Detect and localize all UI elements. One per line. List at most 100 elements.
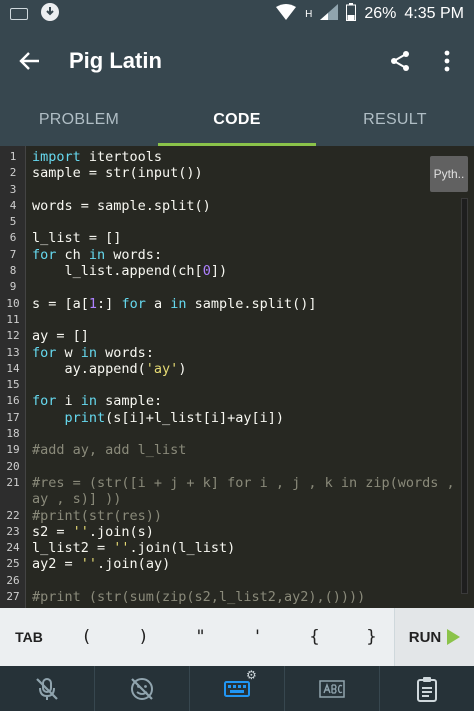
keyboard-toolbar: ⚙	[0, 666, 474, 711]
line-text: ay , s)] ))	[26, 491, 121, 507]
tab-problem[interactable]: PROBLEM	[0, 94, 158, 146]
line-number	[0, 491, 26, 507]
status-right: H 26% 4:35 PM	[275, 2, 464, 26]
line-number: 6	[9, 231, 17, 245]
line-text	[26, 377, 32, 393]
code-token: (s[i]+l_list[i]+ay[i])	[105, 409, 284, 426]
share-button[interactable]	[382, 43, 418, 79]
code-line[interactable]: 14 ay.append('ay')	[0, 361, 455, 377]
code-token: ay2 =	[32, 556, 81, 573]
line-number: 3	[9, 182, 17, 196]
code-token: s2 =	[32, 523, 73, 540]
code-line[interactable]: 27 #print (str(sum(zip(s2,l_list2,ay2),()…	[0, 589, 455, 605]
keyboard-button[interactable]: ⚙	[190, 666, 285, 711]
line-text	[26, 279, 32, 295]
line-number: 19	[6, 443, 20, 457]
line-number: 5	[9, 215, 17, 229]
line-text: l_list = []	[26, 230, 121, 246]
code-line[interactable]: 6 l_list = []	[0, 230, 455, 246]
code-line[interactable]: 10 s = [a[1:] for a in sample.split()]	[0, 296, 455, 312]
tab-code[interactable]: CODE	[158, 94, 316, 146]
mic-off-button[interactable]	[0, 666, 95, 711]
line-text: #print(str(res))	[26, 508, 162, 524]
code-line[interactable]: 11	[0, 312, 455, 328]
more-options-button[interactable]	[432, 43, 462, 79]
code-line[interactable]: 22 #print(str(res))	[0, 508, 455, 524]
code-token: ay , s)] ))	[32, 491, 122, 508]
line-text: sample = str(input())	[26, 165, 203, 181]
code-line[interactable]: 23 s2 = ''.join(s)	[0, 524, 455, 540]
line-text: import itertools	[26, 149, 162, 165]
symbol-key-open-brace[interactable]: {	[286, 608, 343, 666]
back-button[interactable]	[0, 28, 60, 94]
run-label: RUN	[408, 628, 442, 646]
line-text: ay.append('ay')	[26, 360, 187, 377]
code-line[interactable]: 26	[0, 573, 455, 589]
emoji-off-button[interactable]	[95, 666, 190, 711]
line-number: 21	[6, 475, 20, 489]
code-line[interactable]: 18	[0, 426, 455, 442]
tab-key[interactable]: TAB	[0, 608, 58, 666]
code-line[interactable]: 25 ay2 = ''.join(ay)	[0, 556, 455, 572]
line-number: 7	[9, 247, 17, 261]
run-button[interactable]: RUN	[394, 608, 474, 666]
code-line[interactable]: 9	[0, 279, 455, 295]
code-token: w	[56, 344, 81, 361]
play-icon	[447, 629, 461, 645]
code-line[interactable]: 24 l_list2 = ''.join(l_list)	[0, 540, 455, 556]
code-line[interactable]: 12 ay = []	[0, 328, 455, 344]
line-number: 16	[6, 394, 20, 408]
line-text: l_list2 = ''.join(l_list)	[26, 540, 235, 556]
code-line[interactable]: 1 import itertools	[0, 149, 455, 165]
tab-bar: PROBLEM CODE RESULT	[0, 94, 474, 146]
code-token: words = sample.split()	[32, 197, 211, 214]
editor-scrollbar[interactable]	[461, 198, 468, 594]
line-text: for w in words:	[26, 345, 154, 361]
code-token: a	[145, 295, 171, 312]
clipboard-button[interactable]	[380, 666, 474, 711]
line-text	[26, 182, 32, 198]
line-number: 27	[6, 590, 20, 604]
gear-icon[interactable]: ⚙	[246, 668, 257, 682]
symbol-key-close-paren[interactable]: )	[115, 608, 172, 666]
symbol-bar: TAB ( ) " ' { } RUN	[0, 608, 474, 666]
symbol-key-close-brace[interactable]: }	[343, 608, 400, 666]
language-button[interactable]: Pyth..	[430, 156, 468, 192]
symbol-key-single-quote[interactable]: '	[229, 608, 286, 666]
line-number: 2	[9, 166, 17, 180]
code-line[interactable]: 5	[0, 214, 455, 230]
code-token: #print (str(sum(zip(s2,l_list2,ay2),()))…	[32, 589, 366, 606]
code-line[interactable]: ay , s)] ))	[0, 491, 455, 507]
code-lines[interactable]: 1 import itertools 2 sample = str(input()) 3…	[0, 149, 455, 605]
code-editor[interactable]: 1 import itertools 2 sample = str(input()) 3…	[0, 146, 474, 608]
tab-result[interactable]: RESULT	[316, 94, 474, 146]
line-number: 10	[6, 296, 20, 310]
code-line[interactable]: 15	[0, 377, 455, 393]
code-token: for	[121, 295, 146, 312]
line-text: #print (str(sum(zip(s2,l_list2,ay2),()))…	[26, 589, 365, 605]
line-number: 13	[6, 345, 20, 359]
symbol-key-double-quote[interactable]: "	[172, 608, 229, 666]
line-number: 18	[6, 427, 20, 441]
line-text: l_list.append(ch[0])	[26, 263, 228, 279]
code-token: i	[56, 393, 81, 410]
code-token: in	[80, 393, 98, 410]
clipboard-icon	[417, 676, 437, 702]
code-line[interactable]: 8 l_list.append(ch[0])	[0, 263, 455, 279]
code-token: #add ay, add l_list	[32, 442, 187, 459]
keyboard-icon	[224, 680, 250, 697]
code-line[interactable]: 16 for i in sample:	[0, 393, 455, 409]
code-line[interactable]: 2 sample = str(input())	[0, 165, 455, 181]
line-number: 4	[9, 198, 17, 212]
code-line[interactable]: 7 for ch in words:	[0, 247, 455, 263]
code-line[interactable]: 17 print(s[i]+l_list[i]+ay[i])	[0, 410, 455, 426]
code-token: ay.append(	[32, 360, 146, 377]
code-line[interactable]: 19 #add ay, add l_list	[0, 442, 455, 458]
code-line[interactable]: 4 words = sample.split()	[0, 198, 455, 214]
spellcheck-button[interactable]	[285, 666, 380, 711]
symbol-key-open-paren[interactable]: (	[58, 608, 115, 666]
code-line[interactable]: 3	[0, 182, 455, 198]
code-line[interactable]: 21 #res = (str([i + j + k] for i , j , k …	[0, 475, 454, 491]
code-line[interactable]: 13 for w in words:	[0, 345, 455, 361]
code-line[interactable]: 20	[0, 459, 455, 475]
